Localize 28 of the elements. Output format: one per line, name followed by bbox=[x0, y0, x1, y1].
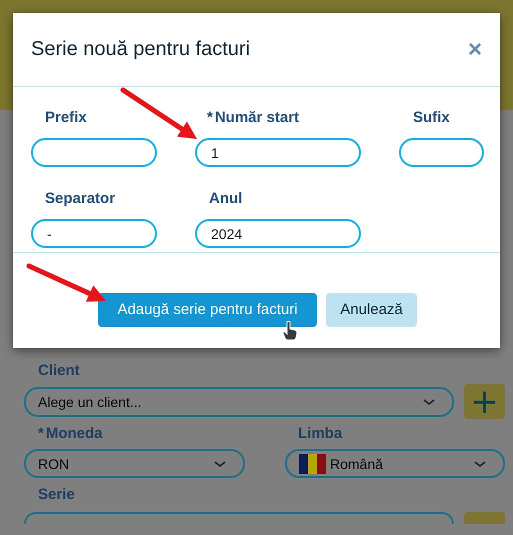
field-label: Client bbox=[38, 362, 80, 379]
input-field[interactable]: 2024 bbox=[195, 219, 361, 248]
currency-select[interactable]: RON bbox=[24, 449, 245, 478]
chevron-icon bbox=[213, 460, 227, 468]
close-button[interactable]: × bbox=[464, 38, 486, 62]
cursor-icon bbox=[282, 321, 298, 341]
field-label: Limba bbox=[298, 425, 342, 442]
input-field[interactable]: 1 bbox=[195, 138, 361, 167]
required-mark: * bbox=[207, 109, 213, 126]
field-label: Separator bbox=[45, 190, 116, 207]
input-field[interactable] bbox=[31, 138, 157, 167]
language-select[interactable]: Română bbox=[285, 449, 505, 478]
required-mark: * bbox=[38, 425, 44, 442]
chevron-icon bbox=[473, 460, 487, 468]
field-label: Sufix bbox=[413, 109, 450, 126]
chevron-icon bbox=[422, 398, 436, 406]
input-field[interactable]: - bbox=[31, 219, 157, 248]
input-field[interactable] bbox=[399, 138, 484, 167]
field-label: Număr start bbox=[214, 109, 300, 126]
field-label: Anul bbox=[209, 190, 242, 207]
field-label: Moneda bbox=[46, 425, 103, 442]
field-label: Prefix bbox=[45, 109, 87, 126]
flag-icon bbox=[299, 454, 326, 474]
cancel-button[interactable]: Anulează bbox=[326, 292, 417, 326]
dialog-title: Serie nouă pentru facturi bbox=[31, 38, 250, 61]
field-label: Serie bbox=[38, 486, 75, 503]
client-select[interactable]: Alege un client... bbox=[24, 386, 454, 416]
add-series-button[interactable]: Adaugă serie pentru facturi bbox=[98, 292, 317, 326]
